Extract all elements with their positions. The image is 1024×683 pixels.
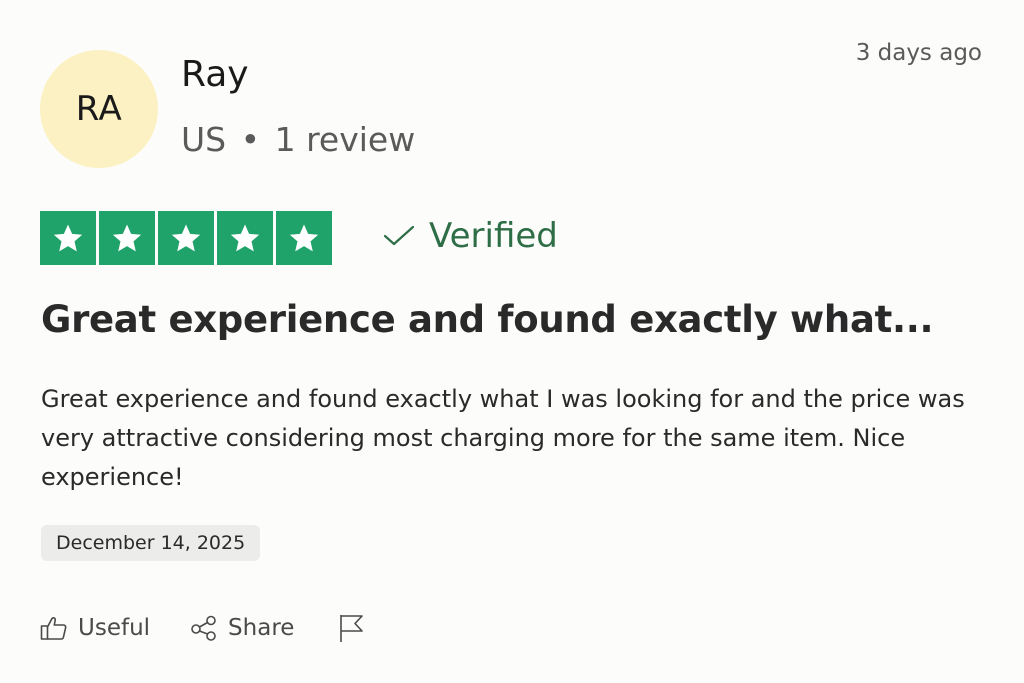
reviewer-meta: US • 1 review <box>181 120 415 159</box>
review-relative-date: 3 days ago <box>855 40 982 66</box>
review-card: RA Ray US • 1 review 3 days ago Verified… <box>0 0 1024 683</box>
report-button[interactable] <box>338 613 366 643</box>
review-date-badge: December 14, 2025 <box>41 525 261 561</box>
reviewer-name[interactable]: Ray <box>181 54 249 95</box>
reviewer-review-count: 1 review <box>274 120 416 159</box>
avatar-initials: RA <box>75 89 123 129</box>
thumbs-up-icon <box>40 615 68 641</box>
star-icon <box>40 211 96 265</box>
useful-label: Useful <box>78 615 151 641</box>
star-rating <box>40 211 332 265</box>
review-actions: Useful Share <box>40 613 366 643</box>
review-title[interactable]: Great experience and found exactly what.… <box>41 298 934 341</box>
flag-icon <box>338 613 366 643</box>
review-date: December 14, 2025 <box>56 532 246 554</box>
verified-label: Verified <box>429 216 558 256</box>
verified-badge[interactable]: Verified <box>383 216 558 256</box>
checkmark-icon <box>383 224 415 248</box>
share-icon <box>190 615 218 641</box>
share-label: Share <box>228 615 295 641</box>
star-icon <box>276 211 332 265</box>
review-body: Great experience and found exactly what … <box>41 385 965 491</box>
share-button[interactable]: Share <box>190 615 294 641</box>
useful-button[interactable]: Useful <box>40 615 150 641</box>
avatar[interactable]: RA <box>40 50 158 168</box>
meta-separator: • <box>240 120 261 159</box>
star-icon <box>158 211 214 265</box>
star-icon <box>217 211 273 265</box>
star-icon <box>99 211 155 265</box>
reviewer-country: US <box>181 120 227 159</box>
